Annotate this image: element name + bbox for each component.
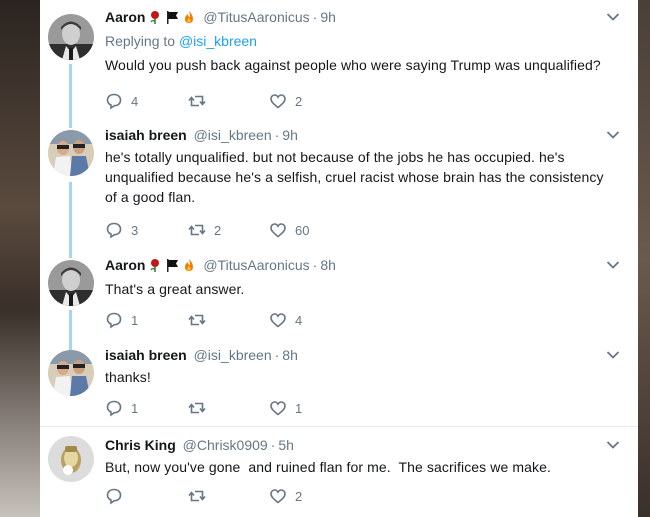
timestamp[interactable]: 8h (282, 347, 298, 363)
retweet-button[interactable]: 2 (188, 221, 221, 239)
retweet-icon (188, 95, 206, 107)
author-name[interactable]: isaiah breen (105, 347, 187, 363)
replying-to-link[interactable]: @isi_kbreen (179, 33, 257, 49)
chevron-down-icon[interactable] (606, 12, 620, 22)
reply-button[interactable]: 3 (105, 221, 138, 239)
like-count: 2 (295, 93, 303, 109)
like-count: 60 (295, 222, 310, 238)
heart-icon (270, 489, 286, 504)
retweet-icon (188, 224, 206, 236)
reply-count: 1 (131, 312, 139, 328)
avatar[interactable] (48, 260, 94, 306)
replying-to: Replying to @isi_kbreen (105, 33, 257, 49)
like-count: 4 (295, 312, 303, 328)
retweet-icon (188, 314, 206, 326)
chevron-down-icon[interactable] (606, 350, 620, 360)
reply-button[interactable]: 4 (105, 92, 138, 110)
retweet-button[interactable] (188, 487, 214, 505)
retweet-button[interactable] (188, 399, 214, 417)
fire-icon (182, 258, 196, 276)
like-count: 2 (295, 488, 303, 504)
tweet-text: But, now you've gone and ruined flan for… (105, 459, 551, 475)
chevron-down-icon[interactable] (606, 260, 620, 270)
reply-button[interactable]: 1 (105, 311, 138, 329)
author-name[interactable]: isaiah breen (105, 127, 187, 143)
like-button[interactable]: 2 (269, 487, 302, 505)
chevron-down-icon[interactable] (606, 440, 620, 450)
reply-count: 3 (131, 222, 139, 238)
reply-button[interactable]: 1 (105, 399, 138, 417)
tweet[interactable]: Aaron @TitusAaronicus · 8h That's a great … (40, 256, 638, 344)
tweet[interactable]: isaiah breen @isi_kbreen · 9h he's totally… (40, 126, 638, 254)
reply-icon (106, 93, 122, 110)
timestamp[interactable]: 5h (278, 437, 294, 453)
heart-icon (270, 401, 286, 416)
author-handle[interactable]: @Chrisk0909 (183, 437, 268, 453)
background-right (638, 0, 650, 517)
author-name[interactable]: Aaron (105, 9, 145, 25)
tweet[interactable]: Aaron @TitusAaronicus · 9h Replying to @is… (40, 8, 638, 125)
retweet-icon (188, 490, 206, 502)
tweet[interactable]: Chris King @Chrisk0909 · 5h But, now you'v… (40, 436, 638, 517)
tweet-text: Would you push back against people who w… (105, 57, 601, 73)
avatar[interactable] (48, 14, 94, 60)
retweet-icon (188, 402, 206, 414)
black-flag-icon (165, 258, 179, 276)
heart-icon (270, 223, 286, 238)
divider (40, 426, 638, 427)
tweet[interactable]: isaiah breen @isi_kbreen · 8h thanks! 1 1 (40, 346, 638, 426)
tweet-text: That's a great answer. (105, 281, 245, 297)
reply-count: 1 (131, 400, 139, 416)
reply-icon (106, 312, 122, 329)
retweet-count: 2 (214, 222, 222, 238)
conversation-panel: Aaron @TitusAaronicus · 9h Replying to @is… (40, 0, 638, 517)
like-button[interactable]: 1 (269, 399, 302, 417)
author-name[interactable]: Chris King (105, 437, 176, 453)
chevron-down-icon[interactable] (606, 130, 620, 140)
like-button[interactable]: 4 (269, 311, 302, 329)
rose-icon (148, 258, 162, 276)
timestamp[interactable]: 8h (320, 257, 336, 273)
author-name[interactable]: Aaron (105, 257, 145, 273)
reply-icon (106, 488, 122, 505)
tweet-text: thanks! (105, 369, 151, 385)
reply-count: 4 (131, 93, 139, 109)
like-button[interactable]: 2 (269, 92, 302, 110)
reply-icon (106, 222, 122, 239)
heart-icon (270, 94, 286, 109)
heart-icon (270, 313, 286, 328)
retweet-button[interactable] (188, 92, 214, 110)
tweet-text: he's totally unqualified. but not becaus… (105, 149, 604, 205)
reply-button[interactable] (105, 487, 131, 505)
rose-icon (148, 10, 162, 28)
like-button[interactable]: 60 (269, 221, 309, 239)
avatar[interactable] (48, 436, 94, 482)
timestamp[interactable]: 9h (320, 9, 336, 25)
black-flag-icon (165, 10, 179, 28)
author-handle[interactable]: @isi_kbreen (194, 127, 272, 143)
avatar[interactable] (48, 350, 94, 396)
timestamp[interactable]: 9h (282, 127, 298, 143)
reply-icon (106, 400, 122, 417)
like-count: 1 (295, 400, 303, 416)
background-left (0, 0, 40, 517)
avatar[interactable] (48, 130, 94, 176)
author-handle[interactable]: @TitusAaronicus (203, 9, 309, 25)
author-handle[interactable]: @TitusAaronicus (203, 257, 309, 273)
retweet-button[interactable] (188, 311, 214, 329)
fire-icon (182, 10, 196, 28)
author-handle[interactable]: @isi_kbreen (194, 347, 272, 363)
